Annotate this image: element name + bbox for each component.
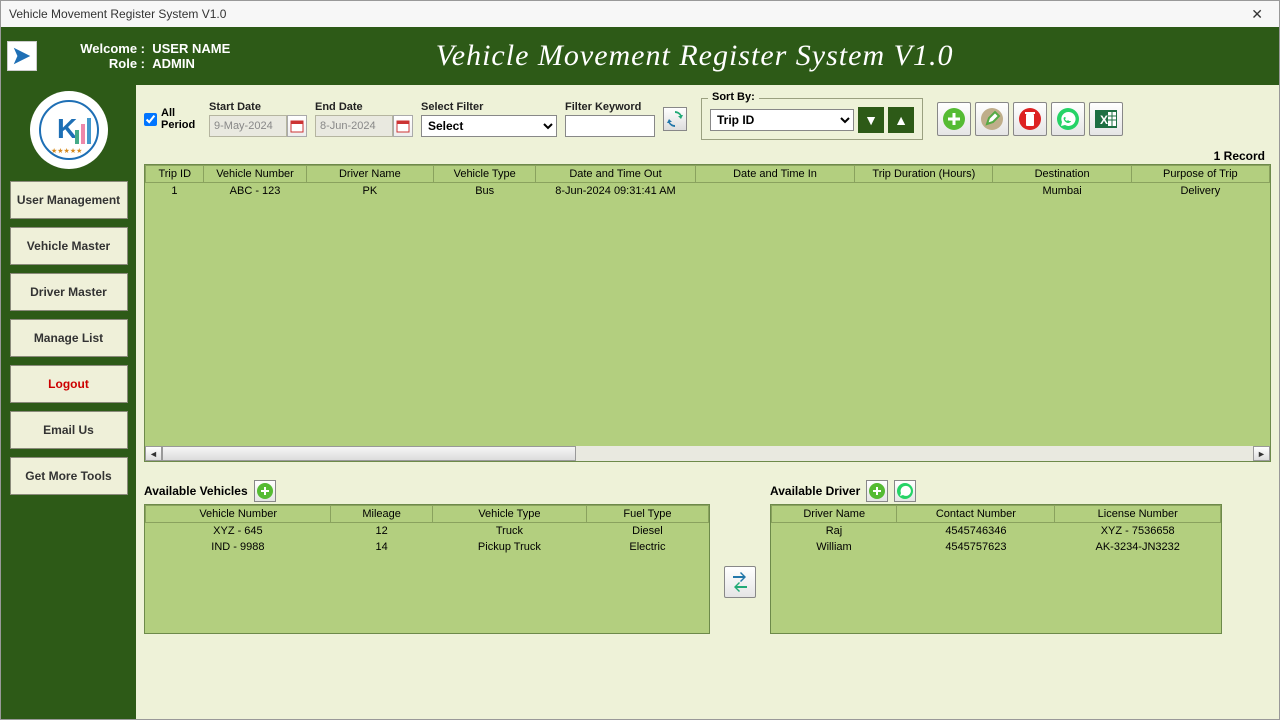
record-count: 1 Record (144, 147, 1271, 164)
sidebar-item-logout[interactable]: Logout (10, 365, 128, 403)
whatsapp-driver-button[interactable] (894, 480, 916, 502)
scrollbar-thumb[interactable] (162, 446, 576, 461)
whatsapp-button[interactable] (1051, 102, 1085, 136)
all-period-checkbox[interactable]: All Period (144, 107, 201, 131)
drivers-table[interactable]: Driver NameContact NumberLicense NumberR… (770, 504, 1222, 634)
table-header[interactable]: Trip Duration (Hours) (855, 166, 993, 183)
end-date-input[interactable] (315, 115, 393, 137)
window-title: Vehicle Movement Register System V1.0 (9, 7, 226, 21)
table-header[interactable]: Vehicle Type (432, 506, 586, 523)
start-date-label: Start Date (209, 101, 307, 113)
table-row[interactable]: IND - 998814Pickup TruckElectric (146, 539, 709, 555)
table-header[interactable]: Date and Time Out (536, 166, 696, 183)
select-filter-dropdown[interactable]: Select (421, 115, 557, 137)
welcome-value: USER NAME (152, 41, 230, 56)
sidebar-item-driver-master[interactable]: Driver Master (10, 273, 128, 311)
table-header[interactable]: Purpose of Trip (1131, 166, 1269, 183)
start-date-input[interactable] (209, 115, 287, 137)
scroll-right-icon[interactable]: ► (1253, 446, 1270, 461)
svg-text:K: K (57, 113, 77, 144)
sort-desc-button[interactable]: ▼ (858, 107, 884, 133)
table-header[interactable]: Driver Name (772, 506, 897, 523)
scroll-left-icon[interactable]: ◄ (145, 446, 162, 461)
main-table[interactable]: Trip IDVehicle NumberDriver NameVehicle … (144, 164, 1271, 462)
table-header[interactable]: License Number (1055, 506, 1221, 523)
add-button[interactable] (937, 102, 971, 136)
welcome-label: Welcome : (69, 41, 145, 56)
role-value: ADMIN (152, 56, 195, 71)
table-header[interactable]: Driver Name (306, 166, 434, 183)
end-date-label: End Date (315, 101, 413, 113)
excel-export-button[interactable]: X (1089, 102, 1123, 136)
filter-keyword-input[interactable] (565, 115, 655, 137)
sort-by-group: Sort By: Trip ID ▼ ▲ (701, 98, 923, 140)
edit-button[interactable] (975, 102, 1009, 136)
svg-text:★★★★★: ★★★★★ (51, 147, 82, 155)
table-header[interactable]: Vehicle Number (146, 506, 331, 523)
table-header[interactable]: Date and Time In (695, 166, 855, 183)
table-header[interactable]: Trip ID (146, 166, 204, 183)
svg-text:X: X (1100, 113, 1108, 127)
available-driver-title: Available Driver (770, 484, 860, 498)
table-header[interactable]: Destination (993, 166, 1131, 183)
table-header[interactable]: Vehicle Type (434, 166, 536, 183)
table-header[interactable]: Fuel Type (586, 506, 708, 523)
sort-by-dropdown[interactable]: Trip ID (710, 109, 854, 131)
sidebar-item-user-management[interactable]: User Management (10, 181, 128, 219)
sidebar-item-email-us[interactable]: Email Us (10, 411, 128, 449)
close-icon[interactable]: ✕ (1243, 4, 1271, 25)
add-vehicle-button[interactable] (254, 480, 276, 502)
sidebar-item-manage-list[interactable]: Manage List (10, 319, 128, 357)
table-row[interactable]: Raj4545746346XYZ - 7536658 (772, 523, 1221, 540)
table-row[interactable]: William4545757623AK-3234-JN3232 (772, 539, 1221, 555)
table-row[interactable]: 1ABC - 123PKBus8-Jun-2024 09:31:41 AMMum… (146, 183, 1270, 200)
calendar-icon[interactable] (287, 115, 307, 137)
swap-refresh-button[interactable] (724, 566, 756, 598)
vehicles-table[interactable]: Vehicle NumberMileageVehicle TypeFuel Ty… (144, 504, 710, 634)
sidebar-logo: K ★★★★★ (30, 91, 108, 169)
add-driver-button[interactable] (866, 480, 888, 502)
table-row[interactable]: XYZ - 64512TruckDiesel (146, 523, 709, 540)
header-logo (7, 41, 37, 71)
refresh-icon[interactable] (663, 107, 687, 131)
role-label: Role : (69, 56, 145, 71)
delete-button[interactable] (1013, 102, 1047, 136)
table-header[interactable]: Contact Number (897, 506, 1055, 523)
select-filter-label: Select Filter (421, 101, 557, 113)
page-title: Vehicle Movement Register System V1.0 (230, 39, 1279, 73)
calendar-icon[interactable] (393, 115, 413, 137)
sidebar-item-get-more-tools[interactable]: Get More Tools (10, 457, 128, 495)
sort-asc-button[interactable]: ▲ (888, 107, 914, 133)
table-header[interactable]: Mileage (331, 506, 433, 523)
sidebar-item-vehicle-master[interactable]: Vehicle Master (10, 227, 128, 265)
table-header[interactable]: Vehicle Number (204, 166, 306, 183)
available-vehicles-title: Available Vehicles (144, 484, 248, 498)
filter-keyword-label: Filter Keyword (565, 101, 655, 113)
